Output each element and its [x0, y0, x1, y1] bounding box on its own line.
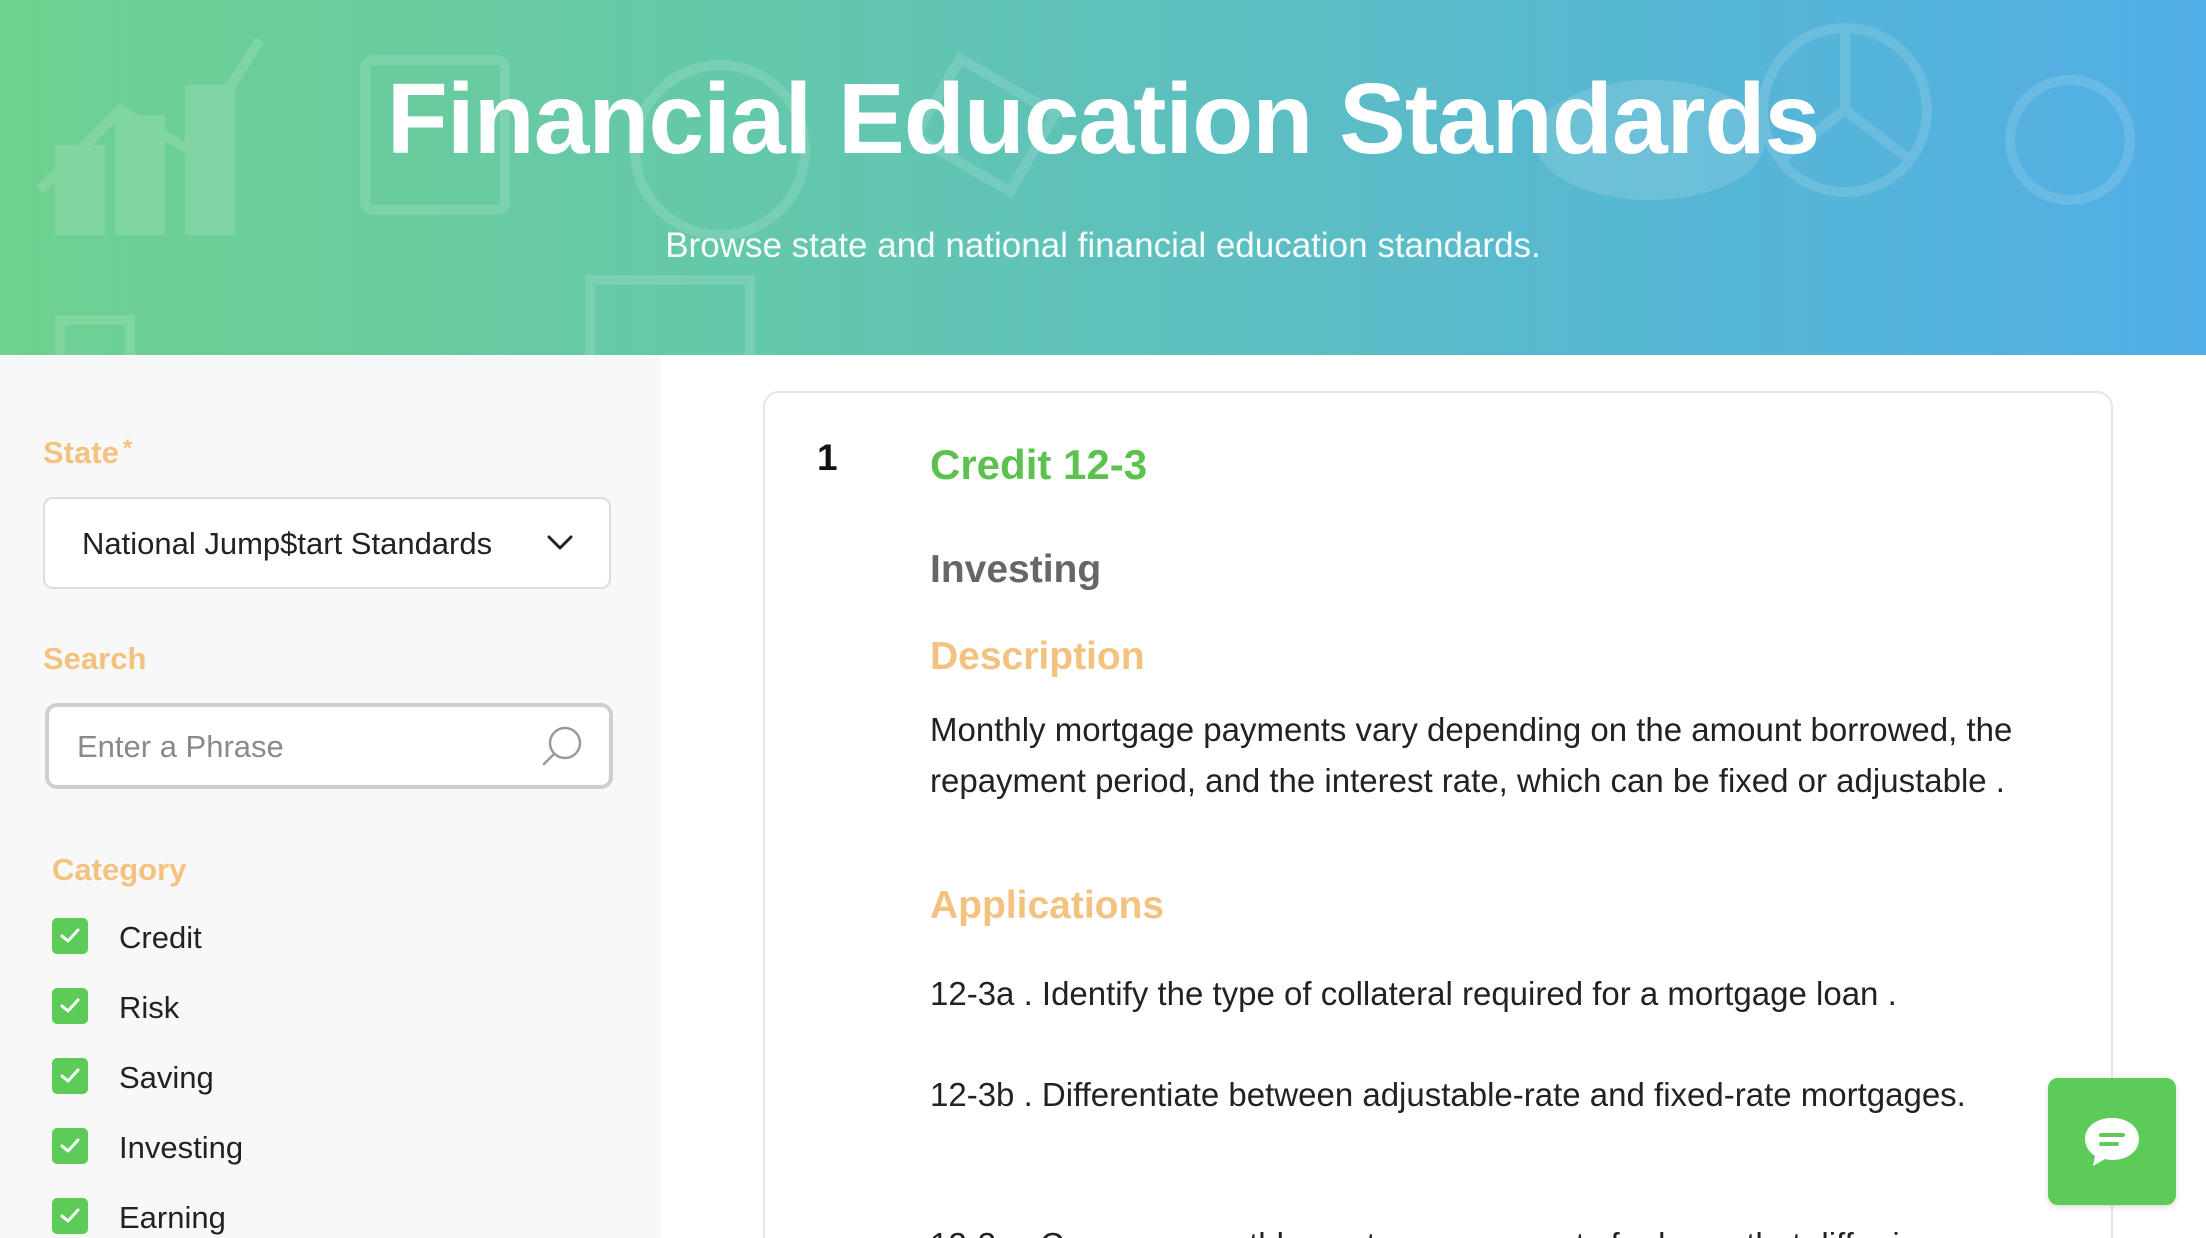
checkmark-icon: [60, 1208, 80, 1223]
description-text: Monthly mortgage payments vary depending…: [930, 711, 2013, 799]
checkbox[interactable]: [52, 988, 88, 1024]
chat-button[interactable]: [2048, 1078, 2176, 1205]
category-item-label: Earning: [119, 1200, 226, 1235]
category-item-label: Investing: [119, 1130, 244, 1165]
checkbox[interactable]: [52, 918, 88, 954]
category-item-credit[interactable]: Credit: [52, 918, 552, 958]
checkmark-icon: [60, 928, 80, 943]
category-item-label: Credit: [119, 920, 202, 955]
page-title: Financial Education Standards: [386, 63, 1820, 175]
search-field[interactable]: [45, 703, 613, 789]
hero-banner: Financial Education Standards Browse sta…: [0, 0, 2206, 355]
hero-background-illustration: [36, 23, 2135, 355]
applications-heading: Applications: [930, 884, 1165, 927]
search-label: Search: [43, 641, 147, 676]
state-label-text: State: [43, 435, 119, 470]
checkbox[interactable]: [52, 1128, 88, 1164]
application-item: 12-3a . Identify the type of collateral …: [930, 975, 1897, 1012]
category-item-risk[interactable]: Risk: [52, 988, 552, 1028]
search-icon[interactable]: [539, 723, 585, 769]
search-input[interactable]: [77, 727, 517, 767]
state-select-value: National Jump$tart Standards: [82, 526, 493, 561]
chevron-down-icon: [547, 535, 573, 550]
checkmark-icon: [60, 1138, 80, 1153]
application-item: 12-3c . Compare monthly mortgage payment…: [930, 1219, 2090, 1238]
category-item-earning[interactable]: Earning: [52, 1198, 552, 1238]
standard-title[interactable]: Credit 12-3: [930, 441, 1147, 489]
state-select[interactable]: National Jump$tart Standards: [43, 497, 611, 589]
category-label: Category: [52, 852, 187, 887]
state-label: State *: [43, 435, 132, 471]
application-item: 12-3b . Differentiate between adjustable…: [930, 1076, 1966, 1113]
category-item-label: Risk: [119, 990, 180, 1025]
category-item-saving[interactable]: Saving: [52, 1058, 552, 1098]
checkmark-icon: [60, 998, 80, 1013]
category-item-investing[interactable]: Investing: [52, 1128, 552, 1168]
standard-card: 1 Credit 12-3 Investing Description Mont…: [763, 391, 2113, 1238]
page-subtitle: Browse state and national financial educ…: [665, 226, 1541, 265]
checkbox[interactable]: [52, 1058, 88, 1094]
category-item-label: Saving: [119, 1060, 214, 1095]
checkmark-icon: [60, 1068, 80, 1083]
result-number: 1: [817, 437, 838, 478]
filter-sidebar: State * National Jump$tart Standards Sear…: [0, 355, 661, 1238]
description-heading: Description: [930, 635, 1145, 678]
standard-category: Investing: [930, 548, 1102, 591]
checkbox[interactable]: [52, 1198, 88, 1234]
required-mark: *: [122, 435, 133, 462]
chat-bubble-icon: [2085, 1117, 2139, 1166]
